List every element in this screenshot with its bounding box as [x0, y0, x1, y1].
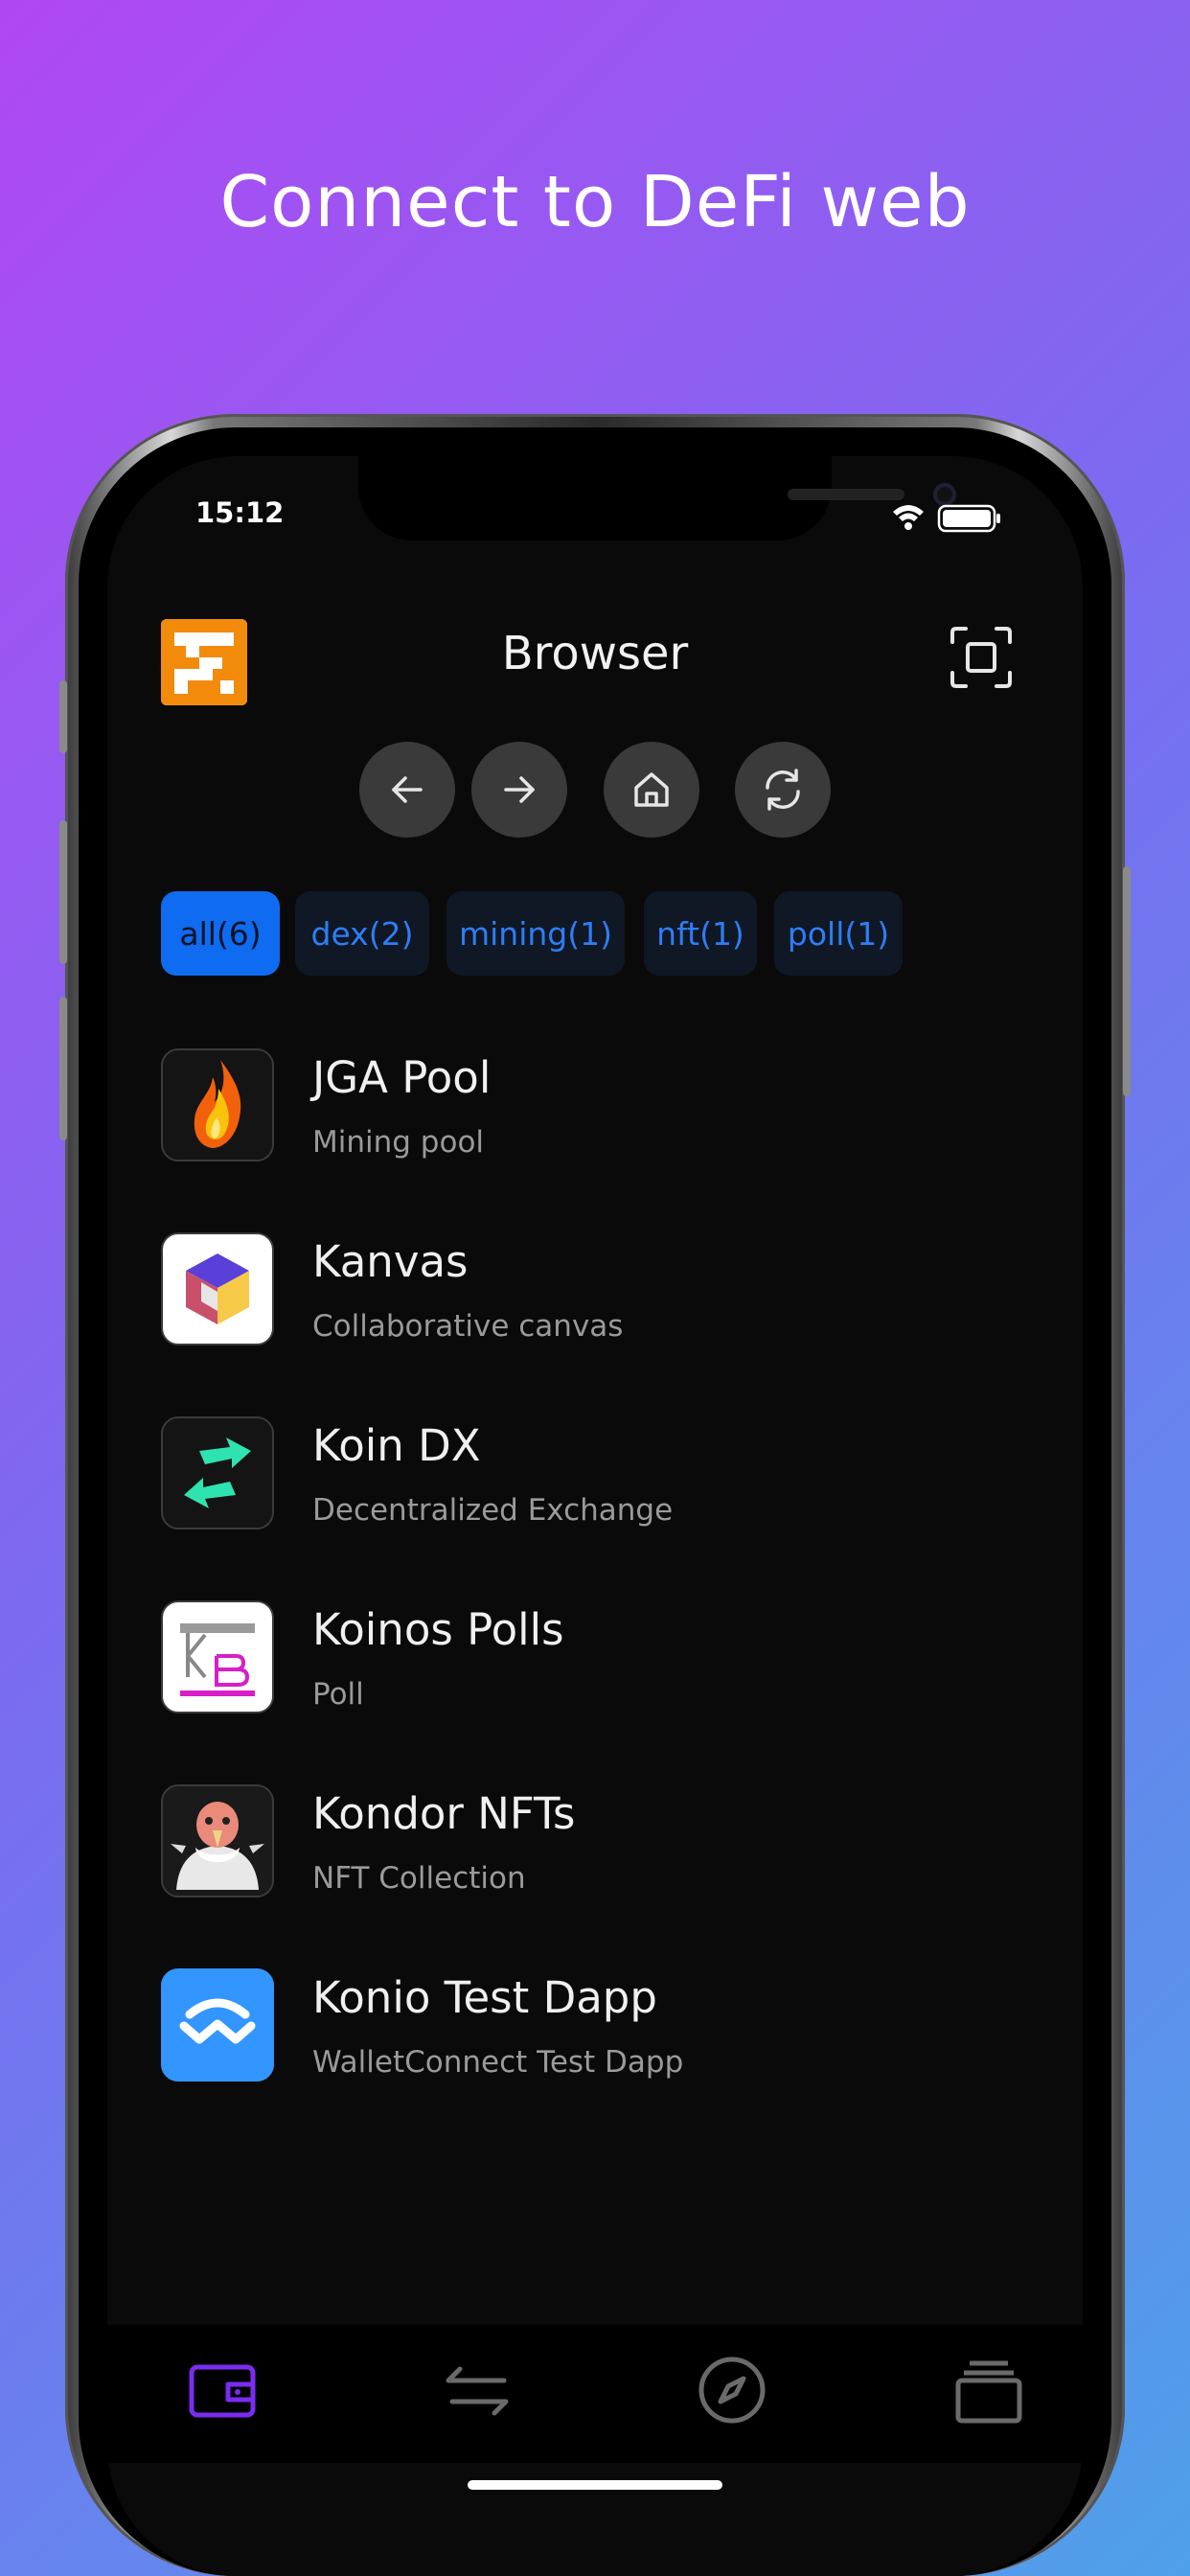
filter-poll[interactable]: poll(1) [774, 891, 903, 976]
home-indicator [468, 2480, 722, 2490]
tab-bar [107, 2325, 1083, 2463]
list-item[interactable]: Kondor NFTs NFT Collection [161, 1784, 1023, 1899]
dapp-description: WalletConnect Test Dapp [312, 2045, 684, 2080]
list-item[interactable]: Koin DX Decentralized Exchange [161, 1416, 1023, 1531]
arrow-right-icon [504, 776, 535, 803]
status-time: 15:12 [195, 496, 285, 529]
filter-mining[interactable]: mining(1) [446, 891, 625, 976]
stack-icon [955, 2360, 1022, 2424]
volume-up-button [59, 820, 67, 964]
volume-down-button [59, 997, 67, 1140]
list-item[interactable]: Koinos Polls Poll [161, 1600, 1023, 1715]
filter-nft[interactable]: nft(1) [644, 891, 757, 976]
forward-button[interactable] [471, 742, 567, 838]
tab-wallet[interactable] [184, 2352, 261, 2428]
speaker [788, 489, 904, 500]
arrow-left-icon [392, 776, 423, 803]
dapp-description: Poll [312, 1677, 364, 1712]
list-item[interactable]: Konio Test Dapp WalletConnect Test Dapp [161, 1968, 1023, 2083]
tab-browser[interactable] [694, 2352, 770, 2428]
dapp-name: JGA Pool [312, 1052, 492, 1103]
kb-logo-icon [161, 1600, 274, 1714]
headline: Connect to DeFi web [219, 161, 971, 243]
back-button[interactable] [359, 742, 455, 838]
dapp-description: NFT Collection [312, 1861, 526, 1896]
cube-icon [161, 1232, 274, 1346]
transfer-icon [446, 2366, 509, 2416]
filter-all[interactable]: all(6) [161, 891, 280, 976]
list-item[interactable]: Kanvas Collaborative canvas [161, 1232, 1023, 1347]
phone-screen: 15:12 Browser all(6) dex(2) mining(1) nf… [107, 456, 1083, 2576]
flame-icon [161, 1048, 274, 1162]
dapp-name: Kanvas [312, 1236, 469, 1287]
status-icons [889, 500, 1004, 539]
walletconnect-icon [161, 1968, 274, 2082]
dapp-name: Kondor NFTs [312, 1788, 576, 1839]
tab-accounts[interactable] [950, 2352, 1027, 2428]
list-item[interactable]: JGA Pool Mining pool [161, 1048, 1023, 1163]
condor-icon [161, 1784, 274, 1898]
home-icon [634, 772, 669, 807]
dapp-description: Mining pool [312, 1125, 485, 1160]
filter-dex[interactable]: dex(2) [295, 891, 429, 976]
mute-switch [59, 680, 67, 753]
refresh-icon [766, 769, 800, 811]
dapp-name: Koin DX [312, 1420, 481, 1471]
tab-transfer[interactable] [439, 2352, 515, 2428]
battery-icon [937, 504, 1000, 533]
refresh-button[interactable] [735, 742, 831, 838]
dapp-name: Koinos Polls [312, 1604, 564, 1655]
dapp-description: Collaborative canvas [312, 1309, 624, 1344]
dapp-name: Konio Test Dapp [312, 1972, 657, 2023]
exchange-arrows-icon [161, 1416, 274, 1530]
power-button [1123, 866, 1131, 1096]
page-title: Browser [501, 627, 689, 680]
compass-icon [698, 2357, 766, 2424]
wallet-icon [189, 2364, 256, 2418]
notch [358, 456, 956, 540]
wifi-icon [893, 505, 924, 530]
scan-icon[interactable] [949, 625, 1014, 690]
home-button[interactable] [604, 742, 699, 838]
dapp-description: Decentralized Exchange [312, 1493, 674, 1528]
